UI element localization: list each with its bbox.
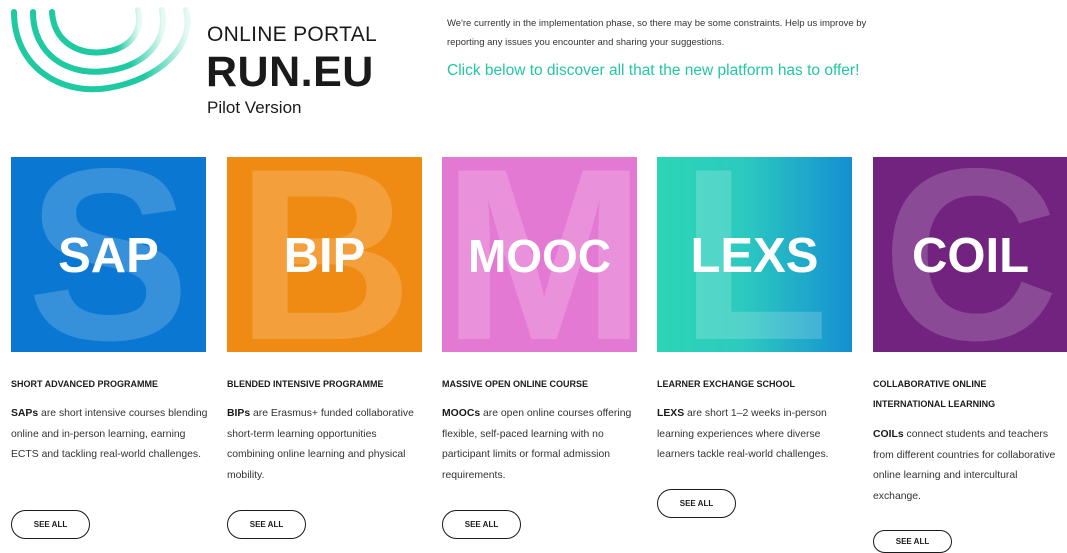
bip-description: BIPs are Erasmus+ funded collaborative s… xyxy=(227,404,419,486)
bip-title: BLENDED INTENSIVE PROGRAMME xyxy=(227,379,384,389)
sap-acronym: SAP xyxy=(58,229,159,283)
implementation-notice: We're currently in the implementation ph… xyxy=(447,18,867,48)
bip-tile[interactable]: B BIP xyxy=(227,157,422,352)
coil-acronym: COIL xyxy=(911,229,1030,283)
sap-see-all-button[interactable]: SEE ALL xyxy=(11,510,90,539)
lexs-tile[interactable]: L LEXS xyxy=(657,157,852,352)
coil-lead: COILs xyxy=(873,429,904,440)
lexs-see-all-button[interactable]: SEE ALL xyxy=(657,489,736,518)
coil-description: COILs connect students and teachers from… xyxy=(873,425,1065,507)
lexs-acronym: LEXS xyxy=(690,229,819,283)
mooc-title: MASSIVE OPEN ONLINE COURSE xyxy=(442,379,589,389)
mooc-tile[interactable]: M MOOC xyxy=(442,157,637,352)
sap-desc-text: are short intensive courses blending onl… xyxy=(11,408,208,460)
portal-title: ONLINE PORTAL xyxy=(207,23,378,46)
mooc-description: MOOCs are open online courses offering f… xyxy=(442,404,638,486)
bip-lead: BIPs xyxy=(227,408,251,419)
discover-cta: Click below to discover all that the new… xyxy=(447,62,860,79)
lexs-title: LEARNER EXCHANGE SCHOOL xyxy=(657,379,796,389)
mooc-see-all-button[interactable]: SEE ALL xyxy=(442,510,521,539)
portal-name: RUN.EU xyxy=(206,48,374,96)
sap-description: SAPs are short intensive courses blendin… xyxy=(11,404,209,466)
sap-lead: SAPs xyxy=(11,408,39,419)
run-eu-logo-icon xyxy=(11,7,191,93)
sap-title: SHORT ADVANCED PROGRAMME xyxy=(11,379,159,389)
bip-acronym: BIP xyxy=(283,229,366,283)
lexs-lead: LEXS xyxy=(657,408,685,419)
coil-tile[interactable]: C COIL xyxy=(873,157,1067,352)
coil-title: COLLABORATIVE ONLINE INTERNATIONAL LEARN… xyxy=(873,379,996,409)
portal-version: Pilot Version xyxy=(207,98,302,117)
mooc-acronym: MOOC xyxy=(467,230,612,282)
mooc-lead: MOOCs xyxy=(442,408,481,419)
sap-tile[interactable]: S SAP xyxy=(11,157,206,352)
coil-see-all-button[interactable]: SEE ALL xyxy=(873,530,952,553)
lexs-description: LEXS are short 1–2 weeks in-person learn… xyxy=(657,404,853,466)
bip-see-all-button[interactable]: SEE ALL xyxy=(227,510,306,539)
bip-desc-text: are Erasmus+ funded collaborative short-… xyxy=(227,408,414,481)
